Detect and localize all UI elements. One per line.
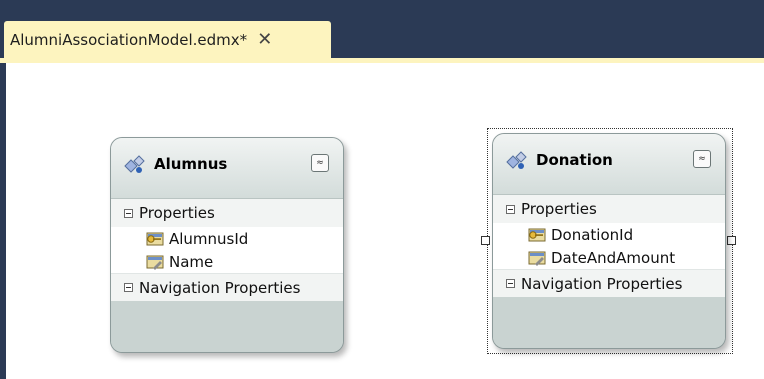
section-label: Navigation Properties [521,274,683,293]
tab-title: AlumniAssociationModel.edmx* [10,31,248,49]
property-row[interactable]: DateAndAmount [493,246,725,269]
property-row[interactable]: Name [111,250,343,273]
entity-alumnus[interactable]: Alumnus ≈ Properties AlumnusId Name Navi… [110,137,344,353]
entity-name: Alumnus [154,155,228,173]
property-name: AlumnusId [169,229,249,248]
property-name: DonationId [551,225,634,244]
collapse-icon[interactable]: ≈ [693,150,711,168]
collapse-icon[interactable]: ≈ [311,154,329,172]
collapse-section-icon[interactable] [506,204,515,214]
property-row[interactable]: AlumnusId [111,227,343,250]
collapse-section-icon[interactable] [506,279,515,288]
property-name: DateAndAmount [551,248,676,267]
property-icon [146,255,164,270]
key-property-icon [146,232,164,246]
entity-header[interactable]: Donation ≈ [493,134,725,195]
property-row[interactable]: DonationId [493,223,725,246]
resize-handle-left[interactable] [481,236,490,245]
tab-alumni-association-model[interactable]: AlumniAssociationModel.edmx* ✕ [4,21,331,59]
entity-donation[interactable]: Donation ≈ Properties DonationId DateAnd… [492,133,726,349]
properties-section[interactable]: Properties [493,195,725,223]
entity-name: Donation [536,151,613,169]
section-label: Navigation Properties [139,278,301,297]
collapse-section-icon[interactable] [124,283,133,292]
navigation-properties-section[interactable]: Navigation Properties [493,269,725,297]
property-name: Name [169,252,214,271]
resize-handle-right[interactable] [727,236,736,245]
entity-footer [493,297,725,348]
property-icon [528,251,546,266]
properties-section[interactable]: Properties [111,199,343,227]
entity-footer [111,301,343,352]
collapse-section-icon[interactable] [124,208,133,218]
key-property-icon [528,228,546,242]
entity-icon [124,155,145,173]
close-icon[interactable]: ✕ [257,31,272,49]
section-label: Properties [521,200,597,218]
entity-header[interactable]: Alumnus ≈ [111,138,343,199]
navigation-properties-section[interactable]: Navigation Properties [111,273,343,301]
entity-icon [506,151,527,169]
section-label: Properties [139,204,215,222]
